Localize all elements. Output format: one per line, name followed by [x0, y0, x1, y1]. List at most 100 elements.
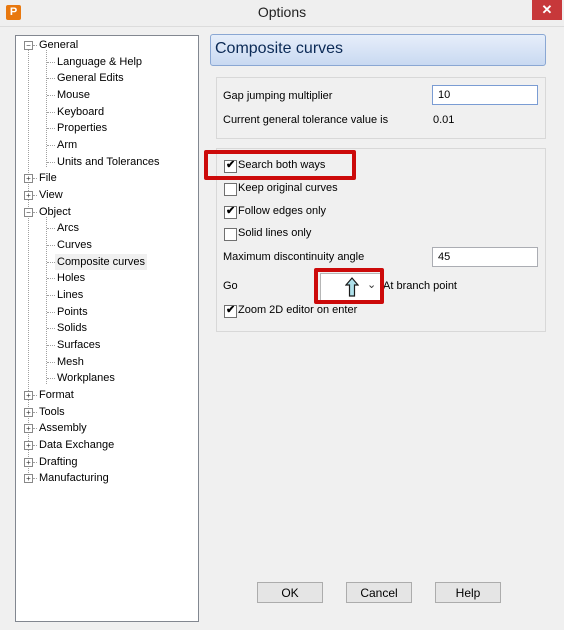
tree-connector-line [47, 378, 55, 380]
tree-connector-line [47, 278, 55, 280]
collapse-icon[interactable]: − [24, 41, 33, 50]
tree-item[interactable]: + View [16, 187, 196, 203]
tree-item[interactable]: Curves [16, 237, 196, 253]
tree-connector-line [47, 328, 55, 330]
tree-item-label: Surfaces [57, 338, 101, 351]
tree-item[interactable]: Solids [16, 320, 196, 336]
tree-item-label: Keyboard [57, 105, 105, 118]
tree-item-label: General [39, 39, 79, 51]
tree-connector-line [47, 161, 55, 163]
keep-original-curves-label: Keep original curves [238, 182, 338, 194]
tree-connector-line [47, 361, 55, 363]
tree-item-label: Mesh [57, 355, 84, 368]
tree-connector-line [47, 311, 55, 313]
highlight-search-both-ways [204, 150, 356, 180]
tree-item[interactable]: + Format [16, 387, 196, 403]
expand-icon[interactable]: + [24, 474, 33, 484]
tree-item[interactable]: + Assembly [16, 420, 196, 436]
max-angle-label: Maximum discontinuity angle [223, 251, 365, 263]
tree-item-label: Format [39, 388, 74, 401]
expand-icon[interactable]: + [24, 390, 33, 400]
follow-edges-only-label: Follow edges only [238, 205, 327, 217]
max-angle-input[interactable]: 45 [432, 247, 538, 267]
tree-item[interactable]: Holes [16, 270, 196, 286]
panel-title: Composite curves [215, 40, 344, 57]
zoom-2d-editor-checkbox[interactable]: ✔ [224, 304, 237, 318]
tree-item[interactable]: Language & Help [16, 54, 196, 70]
tree-item[interactable]: Keyboard [16, 104, 196, 120]
tree-item-label: Composite curves [55, 253, 148, 270]
tree-connector-line [47, 344, 55, 346]
tree-item-label: Curves [57, 238, 92, 251]
tree-item[interactable]: + Tools [16, 404, 196, 420]
help-button[interactable]: Help [435, 582, 501, 603]
tree-item[interactable]: Composite curves [16, 253, 196, 270]
ok-button[interactable]: OK [257, 582, 323, 603]
highlight-go-dropdown [314, 268, 384, 304]
expand-icon[interactable]: + [24, 407, 33, 417]
tree-item-label: Manufacturing [39, 472, 109, 485]
tree-item[interactable]: Arm [16, 137, 196, 153]
tolerance-label: Current general tolerance value is [223, 114, 389, 126]
collapse-icon[interactable]: − [24, 207, 33, 217]
tree-item-label: Arcs [57, 222, 79, 235]
follow-edges-only-checkbox[interactable]: ✔ [224, 205, 237, 219]
keep-original-curves-checkbox[interactable] [224, 183, 237, 196]
tree-item[interactable]: Units and Tolerances [16, 154, 196, 170]
zoom-2d-editor-label: Zoom 2D editor on enter [238, 304, 358, 316]
tree-connector-line [47, 94, 55, 96]
title-bar: P Options ✕ [0, 0, 564, 27]
solid-lines-only-label: Solid lines only [238, 227, 312, 239]
tree-item[interactable]: Workplanes [16, 370, 196, 386]
tree-item[interactable]: Arcs [16, 220, 196, 236]
gap-multiplier-input[interactable]: 10 [432, 85, 538, 105]
tolerance-value: 0.01 [433, 114, 455, 126]
tree-item-label: Tools [39, 405, 65, 418]
tree-item[interactable]: Mesh [16, 354, 196, 370]
tree-item-label: Arm [57, 138, 78, 151]
tree-item-label: Points [57, 305, 88, 318]
tree-item[interactable]: − Object [16, 204, 196, 220]
expand-icon[interactable]: + [24, 424, 33, 434]
tree-connector-line [47, 144, 55, 146]
expand-icon[interactable]: + [24, 174, 33, 184]
close-button[interactable]: ✕ [532, 0, 562, 20]
tree-item[interactable]: + Data Exchange [16, 437, 196, 453]
tree-item-label: General Edits [57, 72, 124, 85]
solid-lines-only-checkbox[interactable] [224, 228, 237, 241]
tree-item[interactable]: − General [16, 37, 196, 53]
tree-item-label: Object [39, 205, 71, 218]
expand-icon[interactable]: + [24, 190, 33, 200]
tree-item-label: Assembly [39, 422, 87, 435]
tree-item-label: Workplanes [57, 372, 115, 385]
tree-item[interactable]: General Edits [16, 70, 196, 86]
expand-icon[interactable]: + [24, 440, 33, 450]
tree-connector-line [47, 261, 55, 263]
tree-item-label: Drafting [39, 455, 78, 468]
tree-item[interactable]: + Drafting [16, 454, 196, 470]
cancel-button[interactable]: Cancel [346, 582, 412, 603]
tree-item-label: Language & Help [57, 55, 143, 68]
tree-connector-line [47, 128, 55, 130]
tree-connector-line [47, 294, 55, 296]
tree-item[interactable]: Points [16, 304, 196, 320]
gap-label: Gap jumping multiplier [223, 90, 333, 102]
tree-connector-line [47, 228, 55, 230]
tree-item-label: View [39, 188, 63, 201]
tree-connector-line [47, 244, 55, 246]
tree-item[interactable]: Mouse [16, 87, 196, 103]
tree-item[interactable]: Surfaces [16, 337, 196, 353]
tree-item-label: Units and Tolerances [57, 155, 160, 168]
expand-icon[interactable]: + [24, 457, 33, 467]
tree-item-label: Lines [57, 288, 84, 301]
tree-item-label: Holes [57, 272, 86, 285]
tree-connector-line [47, 111, 55, 113]
tree-item[interactable]: + File [16, 170, 196, 186]
tree-item[interactable]: + Manufacturing [16, 470, 196, 486]
tree-item[interactable]: Properties [16, 120, 196, 136]
tree-item[interactable]: Lines [16, 287, 196, 303]
tree-item-label: Mouse [57, 88, 91, 101]
check-icon: ✔ [226, 304, 236, 316]
panel-header: Composite curves [210, 34, 546, 66]
options-tree[interactable]: − General Language & Help General Edits Mous… [15, 35, 199, 622]
